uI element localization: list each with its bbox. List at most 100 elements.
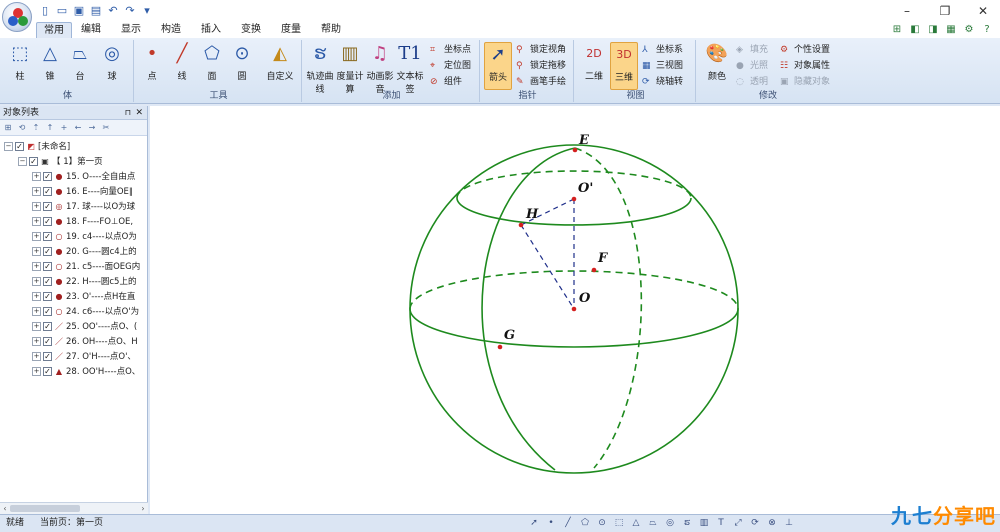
layout-icon[interactable]: ▦ — [944, 23, 958, 36]
checkbox[interactable]: ✓ — [43, 352, 52, 361]
prism-button[interactable]: ⬚ 柱 — [6, 42, 34, 82]
rotate-icon[interactable]: ⟳ — [749, 516, 761, 530]
tree-page[interactable]: − ✓ ▣ 【 1】第一页 — [18, 154, 166, 169]
intersect-icon[interactable]: ⊗ — [766, 516, 778, 530]
app-menu-button[interactable] — [2, 2, 32, 32]
pentagon-icon[interactable]: ⬠ — [579, 516, 591, 530]
plane-tool-button[interactable]: ⬠ 面 — [198, 42, 226, 82]
tab-measure[interactable]: 度量 — [276, 22, 306, 38]
cut-icon[interactable]: ✂ — [101, 123, 111, 132]
point-E[interactable] — [572, 147, 578, 153]
expand-icon[interactable]: + — [32, 247, 41, 256]
tab-construct[interactable]: 构造 — [156, 22, 186, 38]
expand-icon[interactable]: + — [32, 277, 41, 286]
color-button[interactable]: 🎨 颜色 — [702, 42, 732, 82]
transparency-button[interactable]: ◌ 透明 — [736, 75, 768, 89]
checkbox[interactable]: ✓ — [43, 262, 52, 271]
tab-display[interactable]: 显示 — [116, 22, 146, 38]
expand-icon[interactable]: + — [32, 322, 41, 331]
perpendicular-icon[interactable]: ⊥ — [783, 516, 795, 530]
prism-icon[interactable]: ⬚ — [613, 516, 625, 530]
save-icon[interactable]: ▣ — [72, 4, 86, 18]
undo-icon[interactable]: ↶ — [106, 4, 120, 18]
scroll-left-icon[interactable]: ‹ — [0, 503, 10, 514]
redo-icon[interactable]: ↷ — [123, 4, 137, 18]
lock-view-button[interactable]: ⚲ 锁定视角 — [516, 43, 566, 57]
coordinate-system-button[interactable]: ⅄ 坐标系 — [642, 43, 683, 57]
drawing-canvas[interactable]: E O' H F O G — [150, 106, 1000, 514]
pin-icon[interactable]: ⊓ — [125, 106, 131, 120]
checkbox[interactable]: ✓ — [43, 292, 52, 301]
checkbox[interactable]: ✓ — [29, 157, 38, 166]
frustum-icon[interactable]: ⏢ — [647, 516, 659, 530]
expand-all-icon[interactable]: ⊞ — [3, 123, 13, 132]
move-right-icon[interactable]: → — [87, 123, 97, 132]
minimize-button[interactable]: – — [900, 4, 914, 18]
add-item-icon[interactable]: + — [59, 123, 69, 132]
frustum-button[interactable]: ⏢ 台 — [66, 42, 94, 82]
checkbox[interactable]: ✓ — [43, 307, 52, 316]
hide-object-button[interactable]: ▣ 隐藏对象 — [780, 75, 830, 89]
pen-draw-button[interactable]: ✎ 画笔手绘 — [516, 75, 566, 89]
tab-transform[interactable]: 变换 — [236, 22, 266, 38]
panel-close-icon[interactable]: ✕ — [135, 106, 143, 120]
fill-button[interactable]: ◈ 填充 — [736, 43, 768, 57]
text-icon[interactable]: T — [715, 516, 727, 530]
tab-help[interactable]: 帮助 — [316, 22, 346, 38]
component-button[interactable]: ⊘ 组件 — [430, 75, 462, 89]
expand-icon[interactable]: + — [32, 172, 41, 181]
personal-settings-button[interactable]: ⚙ 个性设置 — [780, 43, 830, 57]
calculator-icon[interactable]: ▥ — [698, 516, 710, 530]
close-button[interactable]: ✕ — [976, 4, 990, 18]
scroll-thumb[interactable] — [10, 505, 80, 512]
expand-icon[interactable]: + — [32, 232, 41, 241]
move-up-icon[interactable]: ↑ — [45, 123, 55, 132]
options-icon[interactable]: ⚙ — [962, 23, 976, 36]
custom-tool-button[interactable]: ◭ 自定义 — [262, 42, 298, 82]
view-3d-button[interactable]: 3D 三维 — [610, 42, 638, 90]
coordinate-point-button[interactable]: ⌗ 坐标点 — [430, 43, 471, 57]
checkbox[interactable]: ✓ — [43, 337, 52, 346]
checkbox[interactable]: ✓ — [43, 367, 52, 376]
restore-button[interactable]: ❐ — [938, 4, 952, 18]
arrow-pointer-button[interactable]: ➚ 箭头 — [484, 42, 512, 90]
new-file-icon[interactable]: ▯ — [38, 4, 52, 18]
point-F[interactable] — [591, 267, 597, 273]
tab-insert[interactable]: 插入 — [196, 22, 226, 38]
rotate-axis-button[interactable]: ⟳ 绕轴转 — [642, 75, 683, 89]
position-image-button[interactable]: ⌖ 定位图 — [430, 59, 471, 73]
checkbox[interactable]: ✓ — [43, 277, 52, 286]
expand-icon[interactable]: + — [32, 367, 41, 376]
line-tool-button[interactable]: ╱ 线 — [168, 42, 196, 82]
object-properties-button[interactable]: ☷ 对象属性 — [780, 59, 830, 73]
collapse-icon[interactable]: − — [4, 142, 13, 151]
tab-edit[interactable]: 编辑 — [76, 22, 106, 38]
next-page-icon[interactable]: ◨ — [926, 23, 940, 36]
lighting-button[interactable]: ● 光照 — [736, 59, 768, 73]
checkbox[interactable]: ✓ — [43, 247, 52, 256]
point-O1[interactable] — [571, 196, 577, 202]
checkbox[interactable]: ✓ — [43, 202, 52, 211]
checkbox[interactable]: ✓ — [43, 322, 52, 331]
horizontal-scrollbar[interactable]: ‹ › — [0, 502, 148, 514]
refresh-icon[interactable]: ⟲ — [17, 123, 27, 132]
checkbox[interactable]: ✓ — [43, 172, 52, 181]
sphere-icon[interactable]: ◎ — [664, 516, 676, 530]
locus-icon[interactable]: ຮ — [681, 516, 693, 530]
checkbox[interactable]: ✓ — [43, 232, 52, 241]
lock-drag-button[interactable]: ⚲ 锁定拖移 — [516, 59, 566, 73]
point-H[interactable] — [518, 222, 524, 228]
expand-icon[interactable]: + — [32, 217, 41, 226]
sphere-button[interactable]: ◎ 球 — [98, 42, 126, 82]
pyramid-icon[interactable]: △ — [630, 516, 642, 530]
line-icon[interactable]: ╱ — [562, 516, 574, 530]
move-left-icon[interactable]: ← — [73, 123, 83, 132]
point-tool-button[interactable]: • 点 — [138, 42, 166, 82]
pyramid-button[interactable]: △ 锥 — [36, 42, 64, 82]
arrow-cursor-icon[interactable]: ➚ — [528, 516, 540, 530]
open-folder-icon[interactable]: ▭ — [55, 4, 69, 18]
prev-page-icon[interactable]: ◧ — [908, 23, 922, 36]
qat-dropdown-icon[interactable]: ▾ — [140, 4, 154, 18]
help-icon[interactable]: ? — [980, 23, 994, 36]
point-icon[interactable]: • — [545, 516, 557, 530]
